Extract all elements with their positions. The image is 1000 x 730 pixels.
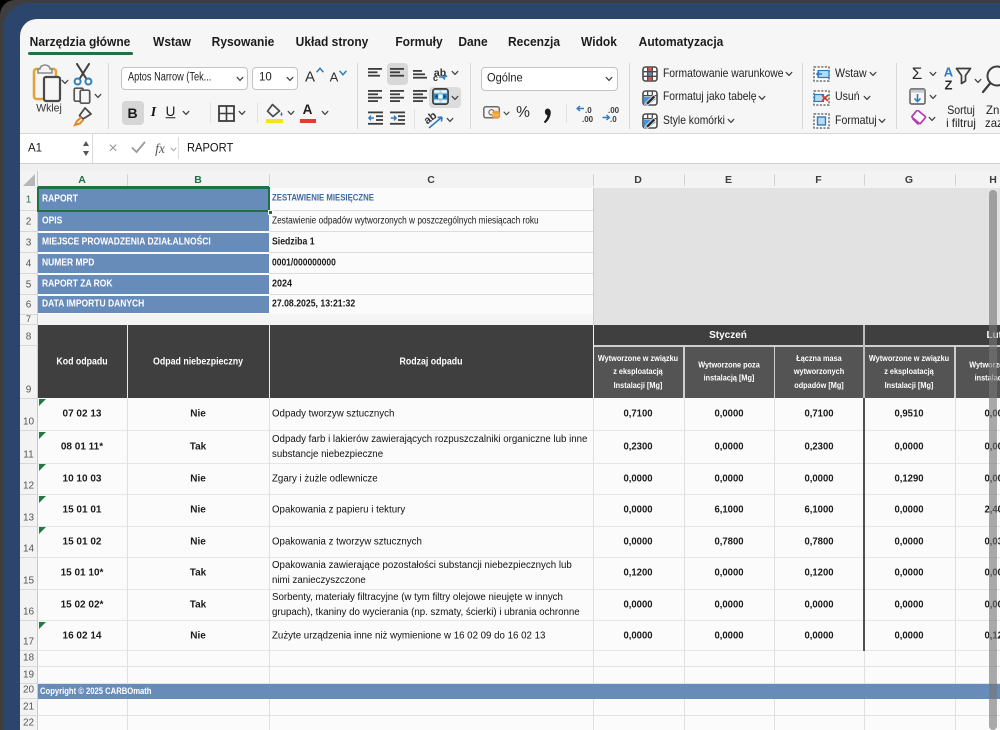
svg-text:ab: ab xyxy=(424,110,439,127)
svg-text:.00: .00 xyxy=(608,106,620,115)
svg-text:c: c xyxy=(433,73,438,82)
svg-text:.0: .0 xyxy=(585,106,592,115)
svg-text:.00: .00 xyxy=(582,115,594,123)
svg-text:.0: .0 xyxy=(610,115,617,123)
